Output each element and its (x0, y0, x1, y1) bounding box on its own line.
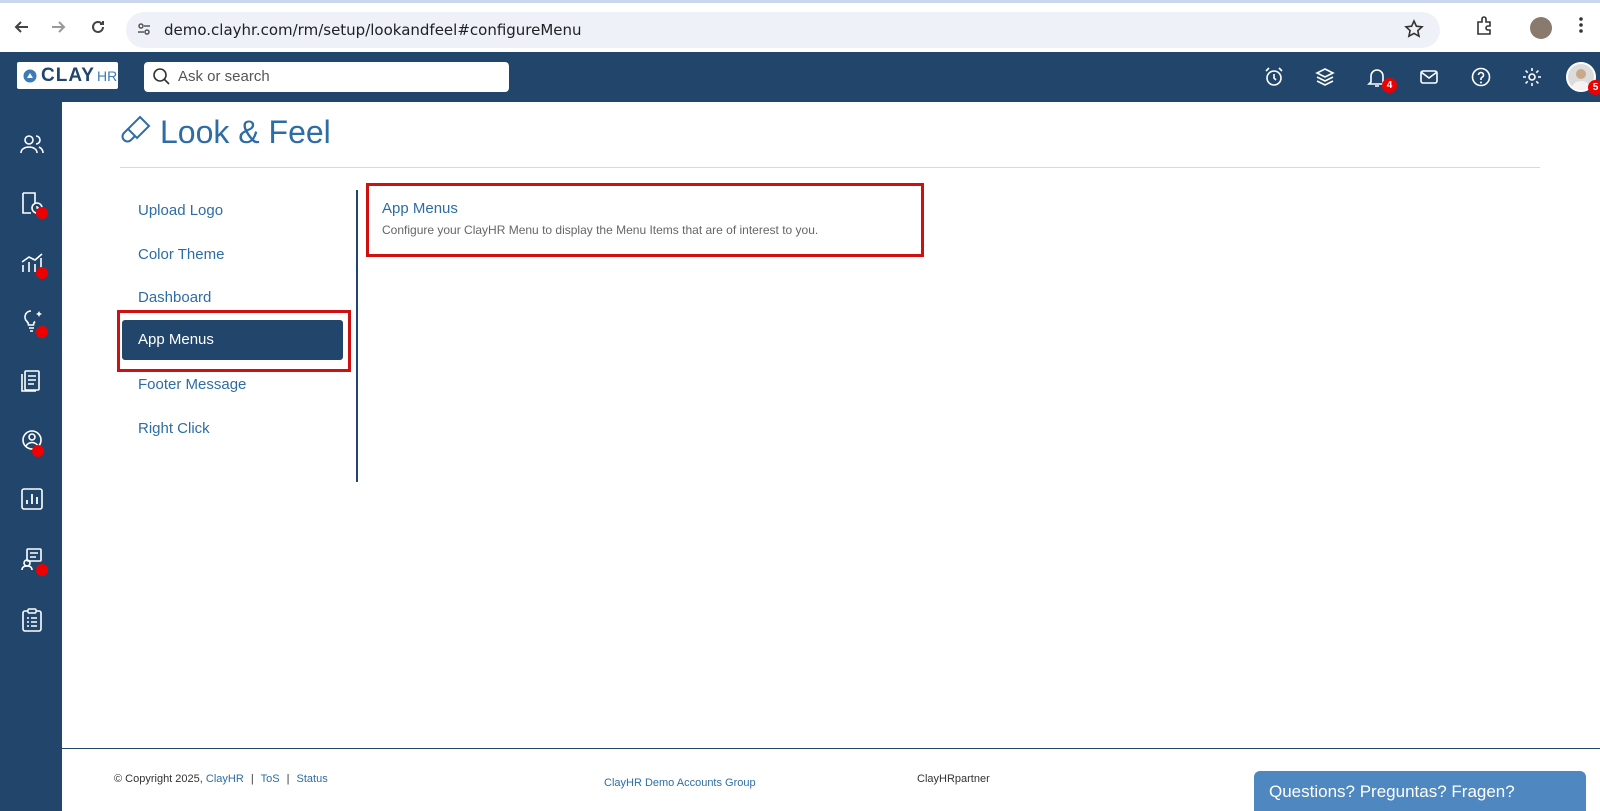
menu-item-right-click[interactable]: Right Click (138, 420, 210, 437)
settings-gear-icon[interactable] (1519, 64, 1545, 90)
left-sidebar (0, 102, 62, 811)
footer-divider (62, 748, 1600, 749)
browser-toolbar: demo.clayhr.com/rm/setup/lookandfeel#con… (0, 0, 1600, 52)
recruiting-alert-dot (36, 564, 48, 576)
page-header: Look & Feel (120, 114, 331, 151)
menu-item-footer-message[interactable]: Footer Message (138, 376, 246, 393)
highlight-outline-menu (117, 310, 351, 372)
mail-icon[interactable] (1416, 64, 1442, 90)
browser-menu-icon[interactable] (1578, 15, 1584, 40)
search-placeholder: Ask or search (178, 68, 270, 85)
copyright-text: © Copyright 2025, (114, 773, 203, 785)
title-divider (120, 167, 1540, 168)
reload-button[interactable] (86, 15, 110, 39)
clayhr-logo[interactable]: CLAY HR (17, 62, 118, 89)
card-description: Configure your ClayHR Menu to display th… (382, 223, 819, 237)
address-bar[interactable]: demo.clayhr.com/rm/setup/lookandfeel#con… (126, 12, 1440, 48)
browser-profile-avatar[interactable] (1530, 17, 1552, 39)
logo-mark-icon (23, 69, 37, 82)
page-title: Look & Feel (160, 114, 331, 150)
site-info-icon[interactable] (136, 21, 152, 42)
documents-icon[interactable] (19, 368, 45, 394)
menu-item-dashboard[interactable]: Dashboard (138, 289, 211, 306)
url-text[interactable]: demo.clayhr.com/rm/setup/lookandfeel#con… (164, 21, 582, 39)
search-icon (152, 67, 170, 90)
alarm-clock-icon[interactable] (1261, 64, 1287, 90)
chat-widget-button[interactable]: Questions? Preguntas? Fragen? (1254, 771, 1586, 811)
tos-link[interactable]: ToS (261, 773, 280, 785)
demo-accounts-group-link[interactable]: ClayHR Demo Accounts Group (604, 777, 756, 789)
profile-count-badge: 5 (1588, 80, 1600, 95)
reports-chart-icon[interactable] (19, 486, 45, 512)
layers-icon[interactable] (1312, 64, 1338, 90)
card-title-link[interactable]: App Menus (382, 200, 458, 217)
payroll-alert-dot (36, 207, 48, 219)
search-input[interactable]: Ask or search (144, 62, 509, 92)
menu-divider (356, 190, 358, 482)
bookmark-star-icon[interactable] (1404, 19, 1424, 44)
logo-text: CLAY (41, 64, 95, 86)
notification-count-badge: 4 (1382, 78, 1397, 93)
clayhr-link[interactable]: ClayHR (206, 773, 244, 785)
partner-label: ClayHRpartner (917, 773, 990, 785)
logo-suffix: HR (96, 67, 118, 84)
paint-roller-icon (120, 114, 152, 151)
checklist-clipboard-icon[interactable] (19, 607, 45, 633)
app-header: CLAY HR Ask or search 4 5 (0, 52, 1600, 102)
menu-item-upload-logo[interactable]: Upload Logo (138, 202, 223, 219)
back-button[interactable] (10, 15, 34, 39)
people-icon[interactable] (19, 132, 45, 158)
footer-copyright-group: © Copyright 2025, ClayHR | ToS | Status (114, 773, 328, 785)
profile-alert-dot (32, 445, 44, 457)
ideas-alert-dot (36, 326, 48, 338)
help-icon[interactable] (1468, 64, 1494, 90)
forward-button[interactable] (46, 15, 70, 39)
analytics-alert-dot (36, 267, 48, 279)
menu-item-color-theme[interactable]: Color Theme (138, 246, 224, 263)
extensions-icon[interactable] (1474, 15, 1496, 42)
highlight-outline-card (366, 183, 924, 257)
status-link[interactable]: Status (297, 773, 328, 785)
